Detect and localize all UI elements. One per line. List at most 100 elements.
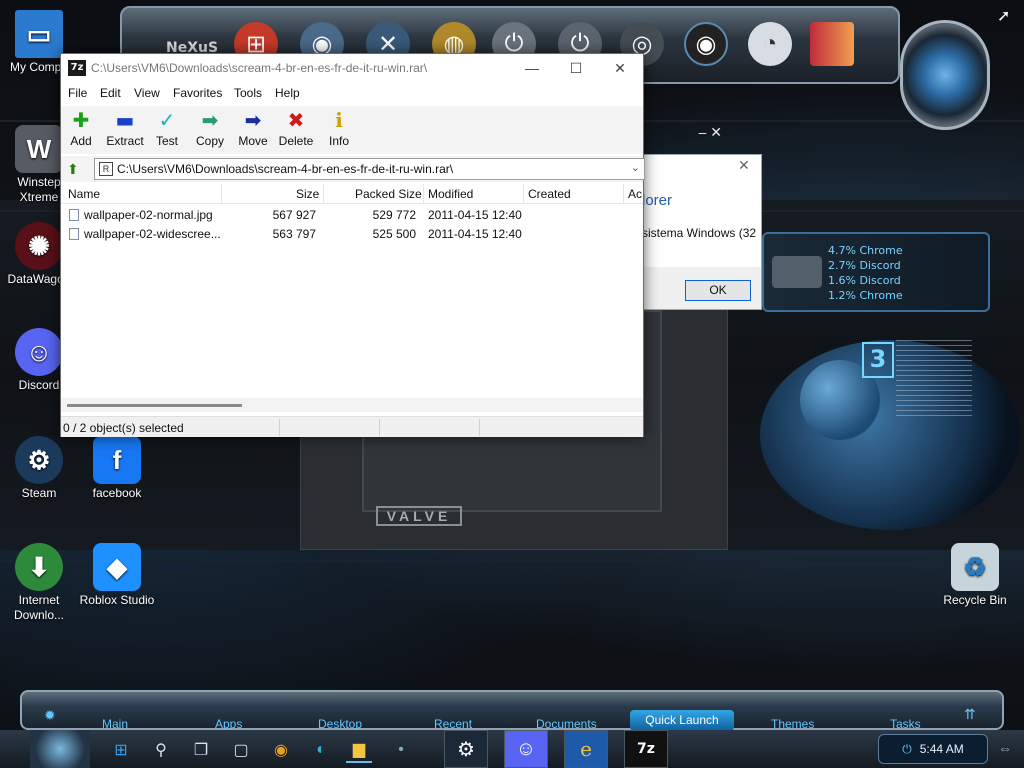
column-name[interactable]: Name — [68, 187, 100, 201]
launch-recent[interactable]: Recent — [434, 717, 472, 731]
desktop-icon-steam[interactable]: ⚙ Steam — [0, 436, 78, 501]
clock[interactable]: ⏻ 5:44 AM — [878, 734, 988, 764]
horizontal-scrollbar[interactable] — [61, 398, 643, 412]
launch-main[interactable]: Main — [102, 717, 128, 731]
launch-tasks[interactable]: Tasks — [890, 717, 921, 731]
s3-text-block — [896, 340, 972, 420]
column-packed-size[interactable]: Packed Size — [355, 187, 422, 201]
recycle-bin-icon: ♻ — [951, 543, 999, 591]
menu-view[interactable]: View — [134, 86, 160, 100]
mouse-cursor-icon: ➚ — [997, 8, 1011, 25]
menu-favorites[interactable]: Favorites — [173, 86, 222, 100]
info-button[interactable]: i Info — [319, 108, 359, 148]
wallpaper-app-icon[interactable] — [810, 22, 854, 66]
search-icon[interactable]: ⚲ — [148, 737, 174, 763]
7zip-app-icon: 7z — [68, 60, 86, 76]
start-orb-icon[interactable] — [30, 730, 90, 768]
file-explorer-icon[interactable]: ▆ — [346, 737, 372, 763]
menu-tools[interactable]: Tools — [234, 86, 262, 100]
launch-documents[interactable]: Documents — [536, 717, 597, 731]
windows-start-icon[interactable]: ⊞ — [108, 737, 134, 763]
minus-icon: ▬ — [115, 108, 135, 132]
launch-desktop[interactable]: Desktop — [318, 717, 362, 731]
arrow-right-icon: ➡ — [201, 108, 219, 132]
network-usage-widget: 4.7% Chrome 2.7% Discord 1.6% Discord 1.… — [762, 232, 990, 312]
app-icon[interactable]: • — [388, 737, 414, 763]
extract-button[interactable]: ▬ Extract — [105, 108, 145, 148]
scrollbar-thumb[interactable] — [67, 404, 242, 407]
menu-bar: File Edit View Favorites Tools Help — [61, 84, 643, 104]
monitor-icon: ▭ — [15, 10, 63, 58]
show-desktop-icon[interactable]: ⇔ — [998, 740, 1012, 756]
winstep-icon: W — [15, 125, 63, 173]
desktop-icon-internet-download[interactable]: ⬇ Internet Downlo... — [0, 543, 78, 623]
x-icon: ✖ — [287, 108, 305, 132]
info-icon: i — [335, 108, 343, 132]
status-text: 0 / 2 object(s) selected — [63, 421, 184, 435]
arrow-up-icon[interactable]: ⇈ — [964, 706, 976, 723]
internet-explorer-icon[interactable]: e — [564, 730, 608, 768]
task-view-icon[interactable]: ❐ — [188, 737, 214, 763]
7zip-taskbar-icon[interactable]: 7z — [624, 730, 668, 768]
column-size[interactable]: Size — [296, 187, 319, 201]
minimize-icon[interactable]: — — [509, 56, 555, 82]
widget-connector-icon — [772, 256, 822, 288]
status-bar: 0 / 2 object(s) selected — [61, 416, 643, 437]
dialog-text: sistema Windows (32 — [642, 226, 757, 240]
launch-bar: ✹ Main Apps Desktop Recent Documents Qui… — [20, 690, 1004, 731]
desktop-icon-recycle-bin[interactable]: ♻ Recycle Bin — [936, 543, 1014, 608]
list-header: Name Size Packed Size Modified Created A… — [61, 184, 643, 204]
launch-themes[interactable]: Themes — [771, 717, 814, 731]
speedometer-icon[interactable]: ◔ — [748, 22, 792, 66]
arrow-right-icon: ➡ — [244, 108, 262, 132]
launch-quick-launch[interactable]: Quick Launch — [630, 710, 734, 731]
background-window-controls[interactable]: – ✕ — [642, 124, 722, 144]
maximize-icon[interactable]: ☐ — [553, 56, 599, 82]
valve-logo: VALVE — [376, 506, 462, 526]
table-row[interactable]: wallpaper-02-widescree... 563 797 525 50… — [61, 225, 643, 244]
column-modified[interactable]: Modified — [428, 187, 473, 201]
discord-taskbar-icon[interactable]: ☺ — [504, 730, 548, 768]
chat-icon[interactable]: ▢ — [228, 737, 254, 763]
steam-icon: ⚙ — [15, 436, 63, 484]
download-globe-icon: ⬇ — [15, 543, 63, 591]
facebook-icon: f — [93, 436, 141, 484]
address-field[interactable]: R C:\Users\VM6\Downloads\scream-4-br-en-… — [94, 158, 645, 180]
desktop-icon-facebook[interactable]: f facebook — [78, 436, 156, 501]
dialog-close-icon[interactable]: ✕ — [738, 157, 750, 174]
power-icon: ⏻ — [902, 742, 912, 756]
menu-edit[interactable]: Edit — [100, 86, 121, 100]
table-row[interactable]: wallpaper-02-normal.jpg 567 927 529 772 … — [61, 206, 643, 225]
desktop-icon-roblox-studio[interactable]: ◆ Roblox Studio — [78, 543, 156, 608]
plus-icon: ✚ — [72, 108, 90, 132]
image-file-icon — [69, 209, 79, 221]
column-created[interactable]: Created — [528, 187, 571, 201]
edge-icon[interactable]: ◐ — [308, 737, 334, 763]
taskbar: ⊞ ⚲ ❐ ▢ ◉ ◐ ▆ • ⚙ ☺ e 7z ⏻ 5:44 AM ⇔ — [0, 730, 1024, 768]
copy-button[interactable]: ➡ Copy — [190, 108, 230, 148]
webcam-icon[interactable]: ◉ — [684, 22, 728, 66]
launch-apps[interactable]: Apps — [215, 717, 242, 731]
test-button[interactable]: ✓ Test — [147, 108, 187, 148]
s3-badge: 3 — [862, 342, 894, 378]
delete-button[interactable]: ✖ Delete — [276, 108, 316, 148]
archive-icon: R — [99, 162, 113, 176]
gear-icon[interactable]: ✹ — [44, 707, 56, 724]
discord-icon: ☺ — [15, 328, 63, 376]
folder-up-icon[interactable]: ⬆ — [67, 161, 83, 177]
add-button[interactable]: ✚ Add — [61, 108, 101, 148]
column-attributes[interactable]: Ac — [628, 187, 642, 201]
steam-taskbar-icon[interactable]: ⚙ — [444, 730, 488, 768]
close-icon[interactable]: ✕ — [597, 56, 643, 82]
chevron-down-icon[interactable]: ⌄ — [631, 161, 640, 174]
chrome-icon[interactable]: ◉ — [268, 737, 294, 763]
menu-help[interactable]: Help — [275, 86, 300, 100]
title-bar[interactable]: 7z C:\Users\VM6\Downloads\scream-4-br-en… — [61, 54, 643, 82]
menu-file[interactable]: File — [68, 86, 87, 100]
datawagon-icon: ✺ — [15, 222, 63, 270]
dialog-title: lorer — [642, 192, 673, 209]
window-title: C:\Users\VM6\Downloads\scream-4-br-en-es… — [91, 61, 428, 75]
dialog-ok-button[interactable]: OK — [685, 280, 751, 301]
roblox-studio-icon: ◆ — [93, 543, 141, 591]
move-button[interactable]: ➡ Move — [233, 108, 273, 148]
